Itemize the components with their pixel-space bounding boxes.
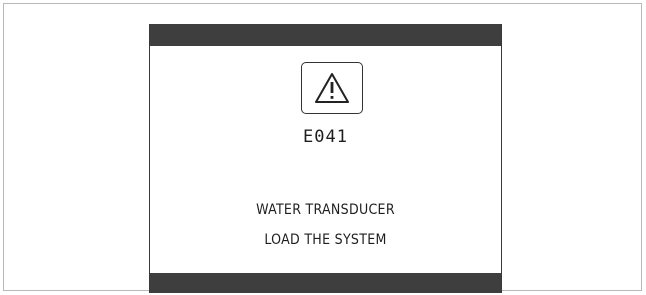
figure-frame: E041 WATER TRANSDUCER LOAD THE SYSTEM <box>3 3 642 293</box>
display-screen: E041 WATER TRANSDUCER LOAD THE SYSTEM <box>149 24 502 293</box>
error-code: E041 <box>303 127 348 147</box>
warning-triangle-icon <box>315 73 349 103</box>
error-message-line-1: WATER TRANSDUCER <box>256 202 395 218</box>
top-status-bar <box>150 24 501 46</box>
error-message-line-2: LOAD THE SYSTEM <box>264 232 387 248</box>
bottom-status-bar <box>150 273 501 293</box>
warning-icon-box <box>301 62 363 114</box>
